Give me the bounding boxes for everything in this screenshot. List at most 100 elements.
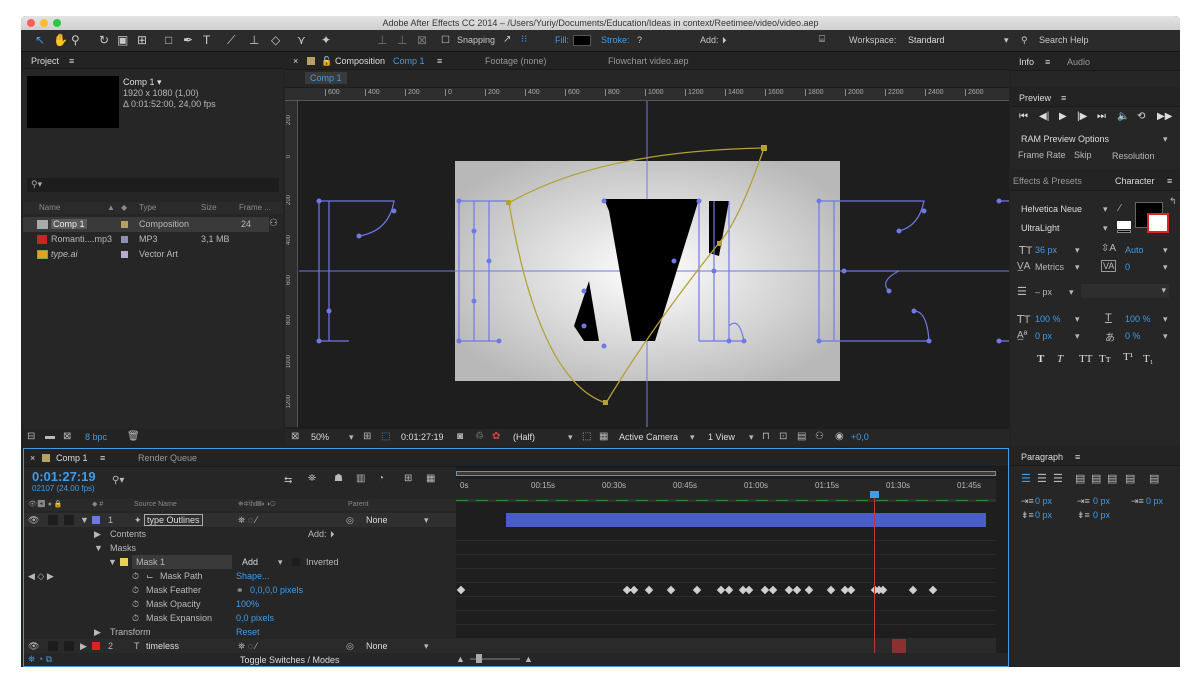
baseline-shift-dropdown-icon[interactable]: ▾ — [1075, 331, 1080, 342]
camera-view-select[interactable]: Active Camera — [619, 432, 678, 442]
new-folder-icon[interactable]: ▬ — [45, 431, 55, 442]
paragraph-tab[interactable]: Paragraph — [1021, 448, 1063, 466]
flowchart-view-icon[interactable]: ⚇ — [815, 431, 824, 442]
baseline-shift-value[interactable]: 0 px — [1035, 331, 1052, 341]
parent-dropdown-icon[interactable]: ▾ — [424, 513, 429, 527]
sort-icon[interactable]: ▲ — [107, 202, 115, 214]
white-swatch[interactable] — [1117, 221, 1131, 229]
indent-first-value[interactable]: 0 px — [1093, 496, 1110, 506]
tsume-dropdown-icon[interactable]: ▾ — [1163, 331, 1168, 342]
eyedropper-icon[interactable]: ⁄ — [1119, 203, 1121, 214]
audio-tab[interactable]: Audio — [1067, 53, 1090, 71]
layer-2-bar[interactable] — [456, 639, 996, 653]
lock-toggle[interactable] — [64, 515, 74, 525]
close-tab-icon[interactable]: × — [293, 53, 298, 69]
justify-full-icon[interactable]: ▤ — [1149, 472, 1159, 485]
pickwhip-icon[interactable]: ◎ — [346, 513, 354, 527]
playhead-handle[interactable] — [870, 491, 879, 498]
stroke-fill-order-select[interactable]: ▾ — [1081, 284, 1169, 298]
time-graph[interactable]: 0s 00:15s 00:30s 00:45s 01:00s 01:15s 01:30s 01… — [456, 467, 1008, 653]
keyframe-navigator[interactable]: ◀ ◇ ▶ — [28, 569, 54, 583]
first-frame-icon[interactable]: ⏮ — [1019, 111, 1028, 122]
transparency-grid-icon[interactable]: ▦ — [599, 431, 608, 442]
fill-label[interactable]: Fill: — [555, 35, 569, 45]
parent-column[interactable]: Parent — [348, 499, 369, 511]
comp-mini-flowchart-icon[interactable]: ⇆ — [284, 475, 292, 486]
mask-color-swatch[interactable] — [120, 558, 128, 566]
play-icon[interactable]: ▶ — [1059, 111, 1067, 122]
rotate-tool-icon[interactable]: ↻ — [99, 33, 109, 47]
comp-name-link[interactable]: Comp 1 — [393, 53, 425, 69]
view-layout-dropdown-icon[interactable]: ▾ — [749, 432, 754, 443]
solo-toggle[interactable] — [48, 641, 58, 651]
col-size[interactable]: Size — [201, 202, 217, 214]
justify-right-icon[interactable]: ▤ — [1107, 472, 1117, 485]
close-timeline-icon[interactable]: × — [30, 449, 35, 467]
mask-name[interactable]: Mask 1 — [132, 555, 232, 569]
layer-row[interactable]: 👁 ▶ 2 T timeless ⛯ ◌ ⁄ ◎ None ▾ — [24, 639, 456, 653]
expand-transform-icon[interactable]: ▶ — [94, 625, 101, 639]
trash-icon[interactable]: 🗑 — [127, 431, 140, 442]
stroke-swatch[interactable]: ? — [637, 35, 642, 45]
zoom-in-icon[interactable]: ▲ — [524, 654, 533, 664]
justify-all-icon[interactable]: ▤ — [1125, 472, 1135, 485]
col-name[interactable]: Name — [39, 202, 60, 214]
tsume-value[interactable]: 0 % — [1125, 331, 1141, 341]
search-help-field[interactable]: Search Help — [1039, 35, 1089, 45]
grid-options-icon[interactable]: ⊞ — [363, 431, 371, 442]
info-menu-icon[interactable]: ≡ — [1045, 53, 1050, 71]
stopwatch-icon[interactable]: ⏱ — [132, 583, 139, 597]
character-tab[interactable]: Character — [1115, 171, 1155, 191]
toggle-switches-modes-button[interactable]: Toggle Switches / Modes — [240, 655, 340, 665]
inverted-checkbox[interactable] — [292, 558, 300, 566]
horizontal-scale-dropdown-icon[interactable]: ▾ — [1163, 314, 1168, 325]
zoom-out-icon[interactable]: ▲ — [456, 654, 465, 664]
magnification-select[interactable]: 50% — [311, 432, 329, 442]
mask-path-row[interactable]: ◀ ◇ ▶ ⏱ ⌙ Mask Path Shape... — [24, 569, 456, 583]
kerning-value[interactable]: Metrics — [1035, 262, 1064, 272]
font-size-dropdown-icon[interactable]: ▾ — [1075, 245, 1080, 256]
stopwatch-icon[interactable]: ⏱ — [132, 597, 139, 611]
lock-icon[interactable]: 🔓 — [321, 53, 332, 69]
composition-tab[interactable]: Composition — [335, 53, 385, 69]
align-left-icon[interactable]: ☰ — [1021, 472, 1031, 485]
graph-editor-icon[interactable]: ⊞ — [404, 473, 412, 484]
ram-preview-dropdown-icon[interactable]: ▾ — [1163, 134, 1168, 145]
parent-dropdown-icon[interactable]: ▾ — [424, 639, 429, 653]
mask-opacity-row[interactable]: ⏱ Mask Opacity 100% — [24, 597, 456, 611]
label-swatch[interactable] — [121, 236, 128, 243]
layer-label-swatch[interactable] — [92, 642, 100, 650]
snapshot-icon[interactable]: ◙ — [457, 431, 463, 442]
prop-value[interactable]: 100% — [236, 597, 259, 611]
project-tab[interactable]: Project — [31, 53, 59, 69]
align-center-icon[interactable]: ☰ — [1037, 472, 1047, 485]
mask-expansion-row[interactable]: ⏱ Mask Expansion 0,0 pixels — [24, 611, 456, 625]
channel-icon[interactable]: ✿ — [492, 431, 500, 442]
resolution-select[interactable]: (Half) — [513, 432, 535, 442]
label-col-icon[interactable]: ◆ — [121, 202, 127, 214]
local-axis-icon[interactable]: ⊥ — [377, 33, 387, 47]
collapse-masks-icon[interactable]: ▼ — [94, 541, 103, 555]
camera-dropdown-icon[interactable]: ▾ — [690, 432, 695, 443]
current-time-display[interactable]: 0:01:27:19 — [401, 432, 444, 442]
project-item-row[interactable]: Comp 1 Composition 24 — [23, 217, 269, 232]
swap-colors-icon[interactable]: ↰ — [1169, 196, 1177, 207]
layer-label-swatch[interactable] — [92, 516, 100, 524]
label-column-icon[interactable]: ◆ # — [92, 499, 103, 511]
fast-previews-icon[interactable]: ⊡ — [779, 431, 787, 442]
label-swatch[interactable] — [121, 221, 128, 228]
preview-menu-icon[interactable]: ≡ — [1061, 89, 1066, 107]
project-item-row[interactable]: Romanti....mp3 MP3 3,1 MB — [23, 232, 269, 247]
snap-grid-icon[interactable]: ⁝⁝ — [521, 33, 527, 47]
resolution-dropdown-icon[interactable]: ▾ — [568, 432, 573, 443]
work-area-bar[interactable] — [456, 499, 996, 502]
transform-row[interactable]: ▶ Transform Reset — [24, 625, 456, 639]
comp-subtab[interactable]: Comp 1 — [305, 72, 347, 84]
view-axis-icon[interactable]: ⊠ — [417, 33, 427, 47]
ram-preview-options-select[interactable]: RAM Preview Options — [1021, 134, 1109, 144]
visibility-eye-icon[interactable]: 👁 — [28, 513, 39, 527]
space-before-value[interactable]: 0 px — [1035, 510, 1052, 520]
snap-edges-icon[interactable]: ↗ — [503, 33, 511, 47]
bit-depth-button[interactable]: 8 bpc — [85, 432, 107, 442]
zoom-slider-thumb[interactable] — [476, 654, 482, 663]
